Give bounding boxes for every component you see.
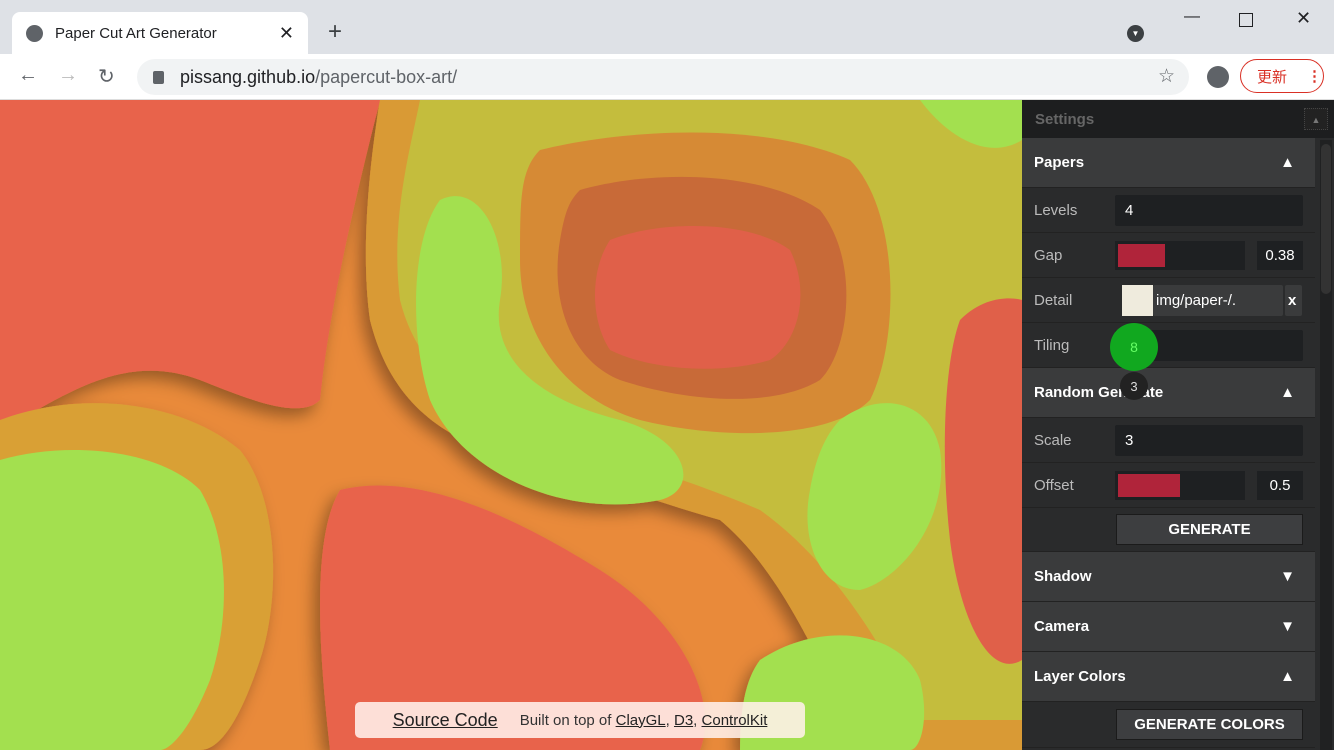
levels-row: Levels 4 [1022, 188, 1315, 233]
footer-bar: Source Code Built on top of ClayGL, D3, … [355, 702, 805, 738]
section-title: Camera [1034, 618, 1090, 635]
d3-link[interactable]: D3 [674, 712, 693, 729]
caret-up-icon: ▲ [1280, 384, 1295, 401]
gap-slider-fill [1118, 243, 1166, 267]
tiling-touch-indicator: 8 [1110, 323, 1158, 371]
offset-value[interactable]: 0.5 [1257, 470, 1303, 500]
offset-slider[interactable] [1115, 470, 1245, 500]
generate-colors-button[interactable]: GENERATE COLORS [1116, 709, 1303, 740]
gap-label: Gap [1034, 246, 1063, 264]
browser-tab[interactable]: Paper Cut Art Generator ✕ [12, 12, 308, 54]
section-title: Papers [1034, 154, 1085, 171]
tab-title: Paper Cut Art Generator [55, 24, 217, 42]
reload-icon[interactable]: ↻ [98, 64, 115, 89]
back-icon[interactable]: ← [18, 64, 38, 87]
section-papers[interactable]: Papers ▲ [1022, 138, 1315, 188]
touch-indicator-small: 3 [1120, 372, 1148, 400]
offset-slider-fill [1118, 473, 1180, 497]
detail-label: Detail [1034, 291, 1073, 309]
update-button[interactable]: 更新 ⋮ [1240, 59, 1324, 93]
close-window-icon[interactable]: ✕ [1296, 8, 1311, 29]
menu-icon[interactable]: ⋮ [1307, 67, 1322, 85]
tab-search-icon[interactable]: ▼ [1127, 25, 1144, 42]
detail-path-input[interactable]: img/paper-/. [1153, 284, 1283, 316]
scale-label: Scale [1034, 431, 1072, 449]
address-bar[interactable]: pissang.github.io/papercut-box-art/ ☆ [137, 59, 1189, 95]
claygl-link[interactable]: ClayGL [616, 712, 666, 729]
settings-title: Settings [1035, 110, 1095, 128]
scrollbar-thumb[interactable] [1321, 144, 1331, 294]
section-camera[interactable]: Camera ▼ [1022, 602, 1315, 652]
tiling-label: Tiling [1034, 336, 1070, 354]
globe-icon [26, 24, 43, 42]
minimize-icon[interactable]: — [1184, 8, 1200, 26]
new-tab-icon[interactable]: + [328, 20, 342, 44]
collapse-panel-button[interactable]: ▲ [1304, 108, 1328, 130]
offset-label: Offset [1034, 476, 1074, 494]
offset-row: Offset 0.5 [1022, 463, 1315, 508]
papercut-canvas[interactable] [0, 100, 1022, 750]
caret-up-icon: ▲ [1280, 668, 1295, 685]
panel-scrollbar[interactable] [1320, 140, 1332, 750]
layer-green-left [0, 450, 224, 750]
gap-slider[interactable] [1115, 240, 1245, 270]
section-layer-colors[interactable]: Layer Colors ▲ [1022, 652, 1315, 702]
url-host: pissang.github.io [180, 66, 316, 87]
tab-bar: Paper Cut Art Generator ✕ + ▼ — ✕ [0, 0, 1334, 54]
lock-icon [153, 70, 164, 84]
section-title: Shadow [1034, 568, 1092, 585]
caret-down-icon: ▼ [1280, 618, 1295, 635]
update-label: 更新 [1257, 68, 1288, 86]
caret-up-icon: ▲ [1280, 154, 1295, 171]
papercut-art [0, 100, 1022, 750]
levels-label: Levels [1034, 201, 1078, 219]
controlkit-link[interactable]: ControlKit [702, 712, 768, 729]
detail-clear-button[interactable]: x [1285, 284, 1302, 316]
section-title: Layer Colors [1034, 668, 1126, 685]
caret-down-icon: ▼ [1280, 568, 1295, 585]
settings-panel: Settings ▲ Papers ▲ Levels 4 Gap 0.38 Detail… [1022, 100, 1334, 750]
scale-input[interactable]: 3 [1115, 424, 1303, 456]
bookmark-star-icon[interactable]: ☆ [1158, 65, 1175, 88]
browser-toolbar: ← → ↻ pissang.github.io/papercut-box-art… [0, 54, 1334, 100]
profile-avatar[interactable] [1207, 66, 1229, 88]
tiling-row: Tiling [1022, 323, 1315, 368]
scale-row: Scale 3 [1022, 418, 1315, 463]
gap-value[interactable]: 0.38 [1257, 240, 1303, 270]
generate-colors-row: GENERATE COLORS [1022, 702, 1315, 748]
section-shadow[interactable]: Shadow ▼ [1022, 552, 1315, 602]
detail-row: Detail img/paper-/. x [1022, 278, 1315, 323]
url-path: /papercut-box-art/ [315, 66, 458, 87]
section-random-generate[interactable]: Random Generate ▲ [1022, 368, 1315, 418]
built-on-text: Built on top of [519, 711, 612, 729]
generate-row: GENERATE [1022, 508, 1315, 552]
maximize-icon[interactable] [1239, 13, 1253, 27]
levels-input[interactable]: 4 [1115, 194, 1303, 226]
close-tab-icon[interactable]: ✕ [279, 23, 294, 44]
detail-color-swatch[interactable] [1122, 284, 1153, 316]
gap-row: Gap 0.38 [1022, 233, 1315, 278]
forward-icon[interactable]: → [58, 64, 78, 87]
generate-button[interactable]: GENERATE [1116, 514, 1303, 545]
settings-header: Settings ▲ [1022, 100, 1334, 138]
layer-red-center [595, 226, 801, 369]
source-code-link[interactable]: Source Code [393, 710, 498, 731]
